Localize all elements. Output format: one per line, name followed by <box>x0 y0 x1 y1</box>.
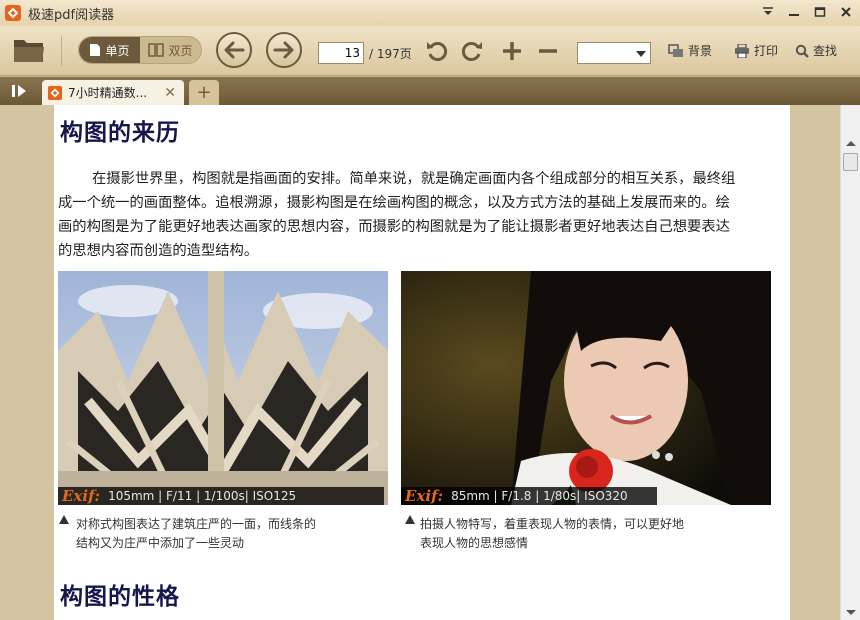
zoom-in-button[interactable] <box>499 38 525 64</box>
arrow-right-icon <box>273 41 294 59</box>
search-icon <box>795 44 809 58</box>
arrow-left-icon <box>224 41 245 59</box>
body-paragraph: 在摄影世界里，构图就是指画面的安排。简单来说，就是确定画面内各个组成部分的相互关… <box>58 171 736 259</box>
sidebar-toggle-icon <box>12 85 26 97</box>
portrait-photo: Exif: 85mm | F/1.8 | 1/80s| ISO320 <box>401 271 771 505</box>
document-tab[interactable]: 7小时精通数... ✕ <box>42 80 184 105</box>
view-mode-toggle: 单页 双页 <box>78 36 202 64</box>
single-page-button[interactable]: 单页 <box>79 37 140 63</box>
rotate-right-button[interactable] <box>459 38 485 64</box>
tab-close-icon[interactable]: ✕ <box>164 85 176 101</box>
new-tab-button[interactable]: + <box>189 80 219 105</box>
maximize-icon[interactable] <box>812 4 828 20</box>
menu-dropdown-icon[interactable] <box>760 4 776 20</box>
page-total: / 197页 <box>369 47 412 61</box>
print-button[interactable]: 打印 <box>734 42 778 59</box>
background-label: 背景 <box>688 44 713 58</box>
portrait-image <box>401 271 771 505</box>
printer-icon <box>735 43 749 58</box>
exif-logo: Exif: <box>62 487 101 505</box>
photo-caption-right: 拍摄人物特写，着重表现人物的表情，可以更好地 表现人物的思想感情 <box>420 515 684 553</box>
rotate-cw-icon <box>461 42 482 61</box>
exif-logo: Exif: <box>405 487 444 505</box>
close-icon[interactable] <box>838 4 854 20</box>
pdf-page: 构图的来历 在摄影世界里，构图就是指画面的安排。简单来说，就是确定画面内各个组成… <box>54 105 790 620</box>
scroll-down-icon[interactable] <box>846 610 856 615</box>
tab-label: 7小时精通数... <box>68 86 148 100</box>
photo-caption-left: 对称式构图表达了建筑庄严的一面，而线条的 结构又为庄严中添加了一些灵动 <box>76 515 316 553</box>
print-label: 打印 <box>754 44 779 58</box>
caption-line: 对称式构图表达了建筑庄严的一面，而线条的 <box>76 517 317 531</box>
app-logo-icon <box>5 5 21 21</box>
scroll-up-icon[interactable] <box>846 141 856 146</box>
plus-icon <box>503 42 521 60</box>
double-page-icon <box>148 43 165 57</box>
scroll-thumb[interactable] <box>843 153 858 171</box>
caption-triangle-icon <box>405 515 415 524</box>
toolbar-divider <box>61 36 62 66</box>
caption-line: 拍摄人物特写，着重表现人物的表情，可以更好地 <box>420 517 685 531</box>
zoom-out-button[interactable] <box>535 38 561 64</box>
section-heading: 构图的性格 <box>60 584 180 610</box>
window-title: 极速pdf阅读器 <box>28 7 115 23</box>
background-button[interactable]: 背景 <box>668 42 712 59</box>
title-bar: 极速pdf阅读器 <box>0 0 860 26</box>
double-page-button[interactable]: 双页 <box>140 37 201 63</box>
single-page-label: 单页 <box>105 43 130 58</box>
exif-bar: Exif: 85mm | F/1.8 | 1/80s| ISO320 <box>401 487 657 505</box>
chevron-down-icon <box>636 51 646 57</box>
prev-page-button[interactable] <box>216 32 252 68</box>
document-viewer[interactable]: 构图的来历 在摄影世界里，构图就是指画面的安排。简单来说，就是确定画面内各个组成… <box>0 105 840 620</box>
toolbar: 单页 双页 / 197页 背景 打印 查找 <box>0 26 860 76</box>
open-file-button[interactable] <box>12 35 46 65</box>
caption-triangle-icon <box>59 515 69 524</box>
page-number-input[interactable] <box>318 42 364 64</box>
caption-line: 表现人物的思想感情 <box>420 536 529 550</box>
search-button[interactable]: 查找 <box>795 42 837 59</box>
pdf-file-icon <box>48 85 62 100</box>
rotate-ccw-icon <box>427 42 448 61</box>
folder-icon <box>14 40 44 62</box>
architecture-photo: Exif: 105mm | F/11 | 1/100s| ISO125 <box>58 271 388 505</box>
zoom-select[interactable] <box>577 42 651 64</box>
tab-bar: 7小时精通数... ✕ + <box>0 77 860 105</box>
architecture-image <box>58 271 388 505</box>
double-page-label: 双页 <box>168 43 193 58</box>
exif-info: 85mm | F/1.8 | 1/80s| ISO320 <box>451 489 628 503</box>
vertical-scrollbar[interactable] <box>840 105 860 620</box>
section-heading: 构图的来历 <box>60 120 180 146</box>
single-page-icon <box>90 44 101 56</box>
minus-icon <box>539 49 557 53</box>
plus-icon: + <box>196 82 212 103</box>
next-page-button[interactable] <box>266 32 302 68</box>
minimize-icon[interactable] <box>786 4 802 20</box>
rotate-left-button[interactable] <box>424 38 450 64</box>
background-icon <box>668 43 683 57</box>
caption-line: 结构又为庄严中添加了一些灵动 <box>76 536 245 550</box>
exif-bar: Exif: 105mm | F/11 | 1/100s| ISO125 <box>58 487 384 505</box>
search-label: 查找 <box>813 44 838 58</box>
sidebar-toggle-button[interactable] <box>10 83 30 99</box>
exif-info: 105mm | F/11 | 1/100s| ISO125 <box>108 489 297 503</box>
